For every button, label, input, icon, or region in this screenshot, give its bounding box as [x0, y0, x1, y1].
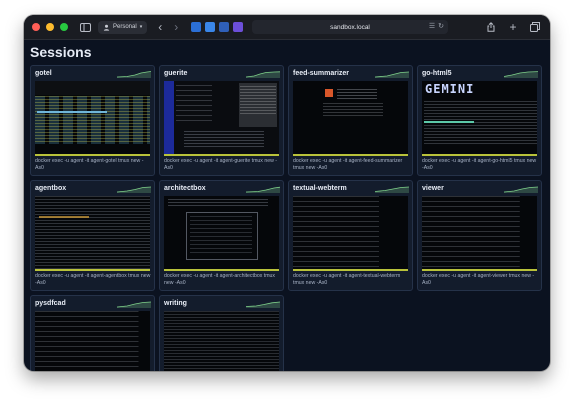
- session-card[interactable]: pysdfcad: [30, 295, 155, 371]
- reload-icon[interactable]: ↻: [438, 22, 444, 30]
- session-command: docker exec -u agent -it agent-guerite t…: [164, 158, 278, 171]
- session-name: architectbox: [164, 185, 206, 192]
- url-text: sandbox.local: [330, 23, 370, 31]
- terminal-thumbnail[interactable]: [422, 196, 537, 271]
- session-command: docker exec -u agent -it agent-architect…: [164, 273, 276, 286]
- activity-sparkline: [375, 71, 409, 78]
- zoom-window-button[interactable]: [60, 23, 68, 31]
- activity-sparkline: [117, 186, 151, 193]
- terminal-thumbnail[interactable]: [164, 196, 279, 271]
- terminal-thumbnail[interactable]: [293, 196, 408, 271]
- session-name: gotel: [35, 70, 52, 77]
- gemini-banner: GEMINI: [425, 82, 475, 96]
- session-command: docker exec -u agent -it agent-viewer tm…: [422, 273, 535, 286]
- minimize-window-button[interactable]: [46, 23, 54, 31]
- session-card[interactable]: feed-summarizer docker exec -u agent -it…: [288, 65, 413, 176]
- window-controls: [32, 23, 68, 31]
- session-name: feed-summarizer: [293, 70, 350, 77]
- session-card[interactable]: gotel docker exec -u agent -it agent-got…: [30, 65, 155, 176]
- activity-sparkline: [504, 186, 538, 193]
- profile-selector[interactable]: Personal ▾: [98, 20, 148, 34]
- session-card[interactable]: writing: [159, 295, 284, 371]
- activity-sparkline: [117, 71, 151, 78]
- terminal-thumbnail[interactable]: [35, 311, 150, 371]
- session-name: guerite: [164, 70, 188, 77]
- session-card[interactable]: go-html5 GEMINI docker exec -u agent -it…: [417, 65, 542, 176]
- session-name: writing: [164, 300, 187, 307]
- browser-toolbar: Personal ▾ ‹ › sandbox.local ☰ ↻ +: [24, 15, 550, 40]
- session-name: go-html5: [422, 70, 452, 77]
- sidebar-toggle-icon[interactable]: [78, 20, 92, 34]
- plus-icon[interactable]: +: [506, 20, 520, 34]
- session-card[interactable]: guerite docker exec -u agent -it agent-g…: [159, 65, 284, 176]
- session-command: docker exec -u agent -it agent-gotel tmu…: [35, 158, 144, 171]
- session-card[interactable]: agentbox docker exec -u agent -it agent-…: [30, 180, 155, 291]
- activity-sparkline: [246, 71, 280, 78]
- terminal-thumbnail[interactable]: [293, 81, 408, 156]
- chevron-right-icon[interactable]: ›: [169, 20, 183, 34]
- terminal-thumbnail[interactable]: [35, 196, 150, 271]
- page-content: Sessions gotel docker exec -u agent -it …: [24, 40, 550, 371]
- address-bar[interactable]: sandbox.local ☰ ↻: [252, 20, 448, 34]
- session-name: textual-webterm: [293, 185, 347, 192]
- extension-icon-4[interactable]: [233, 22, 244, 32]
- terminal-thumbnail[interactable]: GEMINI: [422, 81, 537, 156]
- activity-sparkline: [117, 301, 151, 308]
- translate-icon[interactable]: ☰: [429, 22, 435, 30]
- extension-icon-2[interactable]: [205, 22, 216, 32]
- terminal-thumbnail[interactable]: [35, 81, 150, 156]
- terminal-thumbnail[interactable]: [164, 81, 279, 156]
- activity-sparkline: [246, 186, 280, 193]
- extension-icon-3[interactable]: [219, 22, 230, 32]
- session-command: docker exec -u agent -it agent-agentbox …: [35, 273, 151, 286]
- terminal-thumbnail[interactable]: [164, 311, 279, 371]
- session-command: docker exec -u agent -it agent-feed-summ…: [293, 158, 403, 171]
- session-card[interactable]: textual-webterm docker exec -u agent -it…: [288, 180, 413, 291]
- profile-icon: [103, 24, 110, 31]
- close-window-button[interactable]: [32, 23, 40, 31]
- activity-sparkline: [375, 186, 409, 193]
- extension-icon-1[interactable]: [191, 22, 202, 32]
- browser-window: Personal ▾ ‹ › sandbox.local ☰ ↻ + Sessi…: [24, 15, 550, 371]
- session-name: agentbox: [35, 185, 67, 192]
- share-icon[interactable]: [484, 20, 498, 34]
- chevron-down-icon: ▾: [139, 24, 143, 30]
- page-title: Sessions: [30, 44, 92, 60]
- activity-sparkline: [504, 71, 538, 78]
- session-command: docker exec -u agent -it agent-textual-w…: [293, 273, 401, 286]
- tab-overview-icon[interactable]: [528, 20, 542, 34]
- profile-label: Personal: [113, 24, 137, 30]
- session-card[interactable]: viewer docker exec -u agent -it agent-vi…: [417, 180, 542, 291]
- session-name: pysdfcad: [35, 300, 66, 307]
- session-name: viewer: [422, 185, 444, 192]
- session-command: docker exec -u agent -it agent-go-html5 …: [422, 158, 537, 171]
- activity-sparkline: [246, 301, 280, 308]
- session-card[interactable]: architectbox docker exec -u agent -it ag…: [159, 180, 284, 291]
- chevron-left-icon[interactable]: ‹: [153, 20, 167, 34]
